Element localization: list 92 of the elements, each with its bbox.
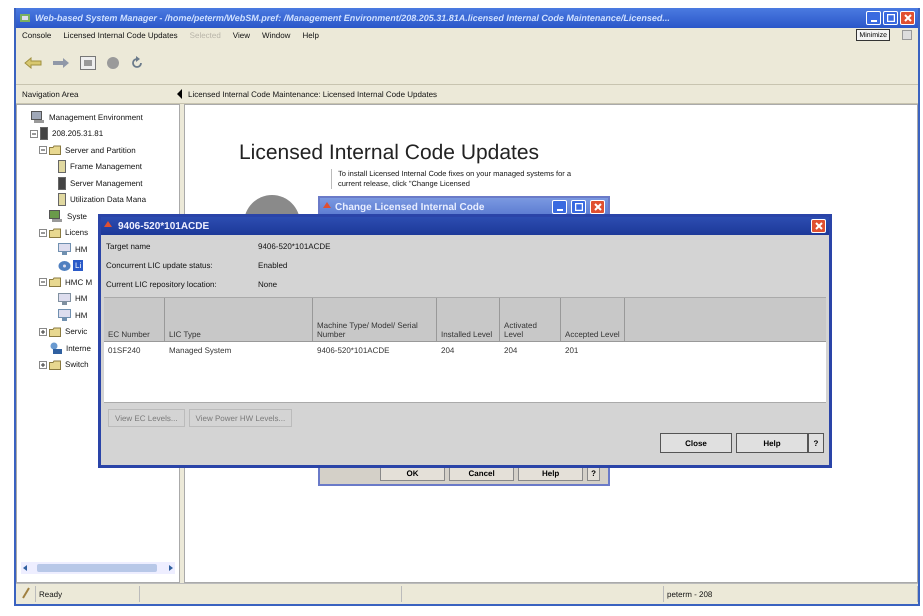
close-icon [594, 203, 602, 211]
dialog-title: 9406-520*101ACDE [118, 220, 210, 232]
monitor-icon [58, 309, 71, 322]
pane-header: Licensed Internal Code Maintenance: Licensed Internal Code Updates [187, 90, 438, 98]
folder-icon [49, 145, 61, 156]
folder-icon [49, 228, 61, 238]
column-header[interactable]: Installed Level [437, 298, 500, 342]
app-icon [19, 12, 31, 24]
page-heading: Licensed Internal Code Updates [239, 141, 540, 165]
collapse-icon[interactable] [39, 278, 47, 286]
collapse-icon[interactable] [39, 228, 47, 237]
tree-item[interactable]: Li [73, 260, 84, 272]
tree-item[interactable]: Frame Management [68, 161, 144, 172]
close-button[interactable] [811, 219, 826, 233]
refresh-icon[interactable] [130, 56, 144, 70]
server-icon [58, 176, 66, 190]
close-button[interactable] [900, 11, 915, 25]
field-value: None [258, 280, 278, 289]
tree-item[interactable]: Syste [65, 210, 90, 222]
column-header[interactable]: EC Number [104, 298, 165, 342]
pane-header: Navigation Area [21, 90, 80, 98]
right-arrow-icon[interactable] [167, 564, 175, 572]
dialog-button[interactable]: Close [660, 433, 732, 453]
server-icon [58, 193, 66, 206]
table-cell-text: Managed System [168, 345, 232, 357]
collapse-icon[interactable] [176, 89, 182, 99]
field-value: Enabled [258, 261, 288, 270]
window-icon[interactable] [80, 56, 96, 70]
folder-icon [49, 277, 61, 288]
tree-item[interactable]: HM [73, 310, 90, 321]
column-header[interactable]: Accepted Level [561, 298, 625, 342]
menu-item[interactable]: Help [302, 30, 319, 40]
close-icon [904, 14, 912, 22]
scrollbar[interactable] [21, 562, 175, 574]
close-button[interactable] [590, 200, 605, 214]
maximize-button[interactable] [571, 200, 586, 214]
collapse-icon[interactable] [30, 130, 38, 138]
tree-item[interactable]: Licens [63, 227, 90, 238]
collapse-icon[interactable] [39, 146, 47, 154]
table-cell-text: 204 [440, 345, 456, 357]
close-icon [814, 222, 822, 230]
computer-icon [49, 210, 63, 222]
tree-item[interactable]: Utilization Data Mana [68, 194, 148, 206]
tree-item[interactable]: HM [73, 293, 90, 304]
minimize-button[interactable] [866, 11, 881, 25]
tree-item[interactable]: Switch [63, 359, 91, 370]
expand-icon[interactable] [39, 328, 47, 336]
tree-item[interactable]: Servic [63, 326, 90, 338]
table-cell-text: 01SF240 [107, 345, 142, 357]
folder-icon [49, 326, 61, 337]
back-icon[interactable] [24, 57, 42, 69]
dialog-button[interactable]: ? [808, 433, 824, 453]
status-message: Ready [36, 586, 140, 602]
table-cell-text: 201 [564, 345, 580, 357]
network-icon [49, 342, 62, 354]
column-header[interactable]: Machine Type/ Model/ Serial Number [313, 298, 437, 342]
maximize-icon [886, 14, 894, 22]
maximize-icon [574, 203, 582, 211]
dialog-title: Change Licensed Internal Code [335, 202, 484, 212]
menu-item[interactable]: Licensed Internal Code Updates [63, 30, 178, 40]
table-cell-text: 204 [503, 345, 518, 357]
column-header[interactable]: Activated Level [500, 298, 561, 342]
status-user: peterm - 208 [664, 586, 918, 602]
field-value: 9406-520*101ACDE [258, 242, 332, 251]
maximize-button[interactable] [883, 11, 898, 25]
menu-item[interactable]: Console [22, 30, 52, 40]
field-label: Current LIC repository location: [106, 280, 218, 289]
tree-item[interactable]: Server and Partition [63, 144, 138, 156]
tree-item[interactable]: Interne [64, 342, 93, 354]
menu-item[interactable]: View [232, 30, 250, 40]
disc-icon [58, 260, 71, 272]
tree-item[interactable]: Management Environment [47, 112, 145, 123]
server-icon [40, 127, 48, 140]
tree-item[interactable]: HM [73, 244, 90, 255]
field-label: Target name [106, 242, 152, 251]
computer-icon [31, 111, 45, 124]
minimize-button[interactable] [552, 200, 567, 214]
monitor-icon [58, 243, 71, 256]
field-label: Concurrent LIC update status: [106, 261, 214, 270]
server-icon [58, 160, 66, 174]
dialog-button[interactable]: Help [736, 433, 808, 453]
table-cell-text: 9406-520*101ACDE [316, 345, 390, 357]
menu-item[interactable]: Window [262, 30, 290, 40]
left-arrow-icon[interactable] [21, 564, 29, 572]
tree-item[interactable]: HMC M [63, 276, 94, 288]
expand-icon[interactable] [39, 360, 47, 369]
column-header[interactable]: LIC Type [165, 298, 313, 342]
monitor-icon [58, 292, 71, 305]
window-title: Web-based System Manager - /home/peterm/WebSM.pref: /Management Environment/208.205.31.81A.licensed Internal Code Maintenance/Licensed... [35, 13, 671, 23]
folder-icon [49, 360, 61, 370]
tree-item[interactable]: Server Management [68, 178, 144, 189]
tree-item[interactable]: 208.205.31.81 [50, 128, 106, 140]
